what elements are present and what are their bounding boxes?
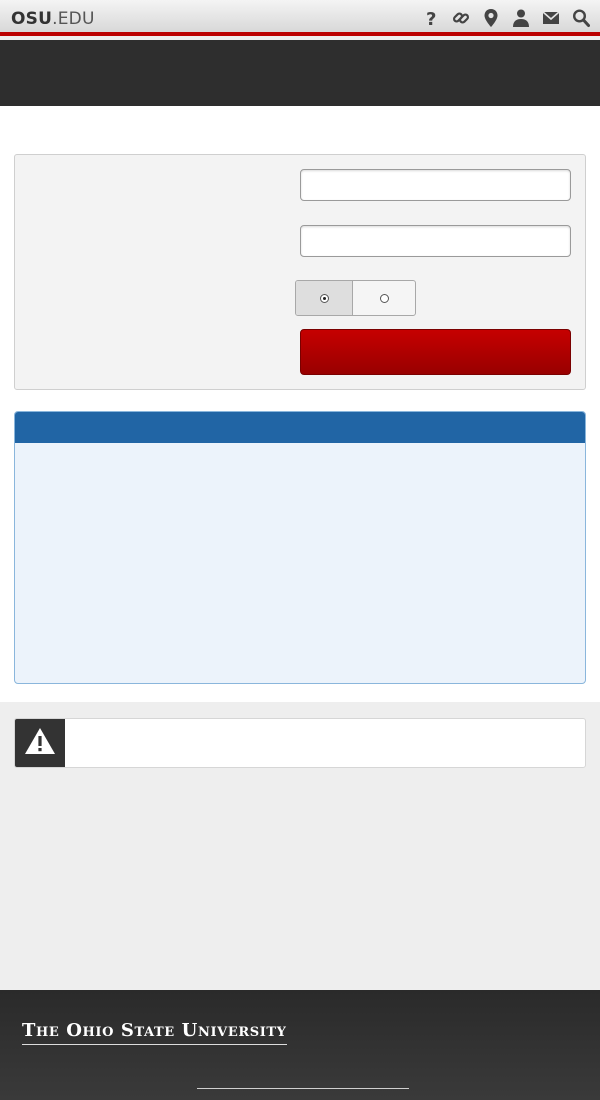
osu-logo-suffix: .EDU bbox=[52, 9, 95, 29]
radio-unselected-icon bbox=[379, 293, 389, 303]
person-icon[interactable] bbox=[512, 8, 530, 28]
link-icon[interactable] bbox=[452, 8, 470, 28]
osu-logo-bold: OSU bbox=[11, 9, 53, 29]
login-submit-button[interactable] bbox=[300, 329, 571, 375]
osu-logo-link[interactable]: OSU.EDU bbox=[11, 9, 95, 29]
map-pin-icon[interactable] bbox=[482, 8, 500, 28]
search-icon[interactable] bbox=[572, 8, 590, 28]
footer-university-name[interactable]: The Ohio State University bbox=[22, 1020, 287, 1045]
osu-navbar-icons: ? bbox=[422, 8, 590, 28]
toggle-option-1[interactable] bbox=[296, 281, 352, 315]
mail-icon[interactable] bbox=[542, 8, 560, 28]
svg-text:?: ? bbox=[426, 9, 436, 28]
osu-navbar: OSU.EDU ? bbox=[0, 0, 600, 36]
help-icon[interactable]: ? bbox=[422, 8, 440, 28]
toggle-option-2[interactable] bbox=[352, 281, 415, 315]
site-footer: The Ohio State University bbox=[0, 990, 600, 1100]
warning-icon bbox=[24, 727, 56, 760]
info-box bbox=[14, 411, 586, 684]
password-input[interactable] bbox=[300, 225, 571, 257]
site-masthead bbox=[0, 40, 600, 106]
info-box-header bbox=[15, 412, 585, 443]
footer-divider bbox=[197, 1088, 409, 1089]
alert-banner bbox=[14, 718, 586, 768]
username-input[interactable] bbox=[300, 169, 571, 201]
alert-icon-container bbox=[15, 719, 65, 767]
login-option-toggle bbox=[295, 280, 416, 316]
radio-selected-icon bbox=[319, 293, 329, 303]
